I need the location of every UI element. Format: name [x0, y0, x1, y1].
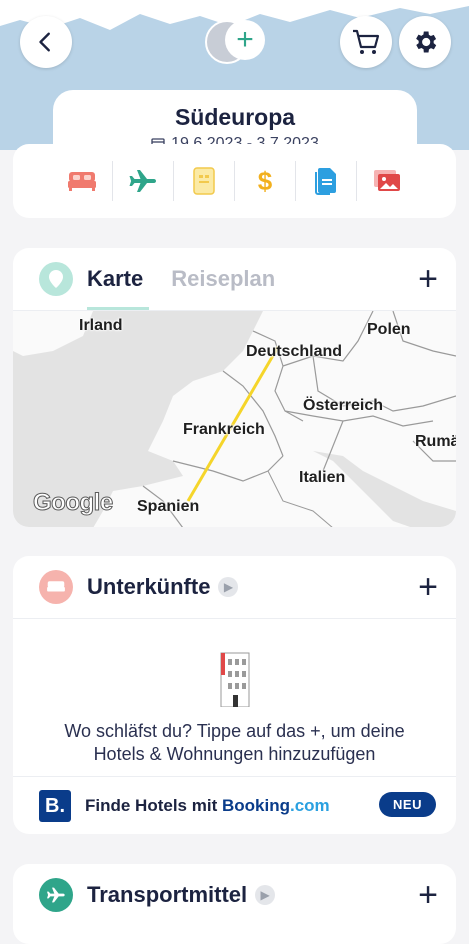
hotel-building-icon [220, 652, 249, 708]
booking-prefix: Finde Hotels mit [85, 796, 222, 815]
chevron-right-icon: ▶ [218, 577, 239, 597]
new-badge: NEU [379, 792, 436, 817]
category-documents[interactable] [296, 161, 357, 201]
plane-icon [39, 878, 73, 912]
gear-icon [416, 31, 437, 53]
cart-icon [353, 29, 380, 54]
bed-icon [39, 570, 73, 604]
map-label-oesterreich: Österreich [303, 397, 384, 414]
accommodation-empty-state: Wo schläfst du? Tippe auf das +, um dein… [13, 619, 456, 766]
transport-card: Transportmittel ▶ + [13, 864, 456, 944]
transport-header[interactable]: Transportmittel ▶ + [13, 864, 456, 926]
category-photos[interactable] [357, 161, 417, 201]
map-label-polen: Polen [367, 321, 411, 338]
ticket-icon [193, 167, 215, 195]
booking-logo: B. [39, 790, 71, 822]
map-pin-icon [39, 262, 73, 296]
google-attribution: Google [33, 489, 114, 517]
bed-icon [68, 172, 96, 191]
map-label-irland: Irland [79, 317, 123, 334]
chevron-left-icon [39, 32, 50, 52]
photo-icon [374, 170, 400, 191]
add-place-button[interactable]: + [418, 262, 438, 296]
category-tickets[interactable] [174, 161, 235, 201]
map-card-header: Karte Reiseplan + [13, 248, 456, 311]
trip-map[interactable]: Irland Deutschland Polen Österreich Fran… [13, 311, 456, 527]
category-accommodation[interactable] [52, 161, 113, 201]
map-label-deutschland: Deutschland [246, 343, 343, 360]
category-bar: $ [13, 144, 456, 218]
accommodation-title: Unterkünfte [87, 574, 211, 599]
plane-icon [129, 170, 156, 192]
add-transport-button[interactable]: + [418, 878, 438, 912]
empty-state-line-2: Hotels & Wohnungen hinzuzufügen [93, 744, 376, 764]
map-card: Karte Reiseplan + Irland Deutschland Pol… [13, 248, 456, 527]
back-button[interactable] [20, 16, 72, 68]
accommodation-card: Unterkünfte ▶ + Wo schläfst du? Tippe au… [13, 556, 456, 834]
empty-state-line-1: Wo schläfst du? Tippe auf das +, um dein… [64, 721, 405, 741]
category-expenses[interactable]: $ [235, 161, 296, 201]
dollar-icon: $ [257, 165, 273, 196]
booking-brand: Booking [221, 796, 290, 815]
map-label-frankreich: Frankreich [183, 421, 265, 438]
chevron-right-icon: ▶ [255, 885, 276, 905]
add-accommodation-button[interactable]: + [418, 570, 438, 604]
cart-button[interactable] [340, 16, 392, 68]
map-label-rumaenien: Rumä [415, 433, 456, 450]
plus-icon: + [236, 23, 254, 56]
map-label-spanien: Spanien [137, 498, 200, 515]
tab-reiseplan[interactable]: Reiseplan [171, 266, 275, 292]
trip-members[interactable]: + [205, 18, 265, 64]
accommodation-header[interactable]: Unterkünfte ▶ + [13, 556, 456, 619]
booking-promo[interactable]: B. Finde Hotels mit Booking.com NEU [13, 776, 456, 834]
trip-title: Südeuropa [174, 104, 296, 130]
category-transport[interactable] [113, 161, 174, 201]
tab-karte[interactable]: Karte [87, 266, 150, 310]
booking-promo-text: Finde Hotels mit Booking.com [85, 796, 330, 816]
settings-button[interactable] [399, 16, 451, 68]
transport-title: Transportmittel [87, 882, 248, 907]
map-label-italien: Italien [299, 469, 346, 486]
booking-brand-suffix: .com [289, 796, 330, 815]
add-member-button[interactable]: + [225, 20, 265, 60]
document-icon [315, 168, 336, 195]
